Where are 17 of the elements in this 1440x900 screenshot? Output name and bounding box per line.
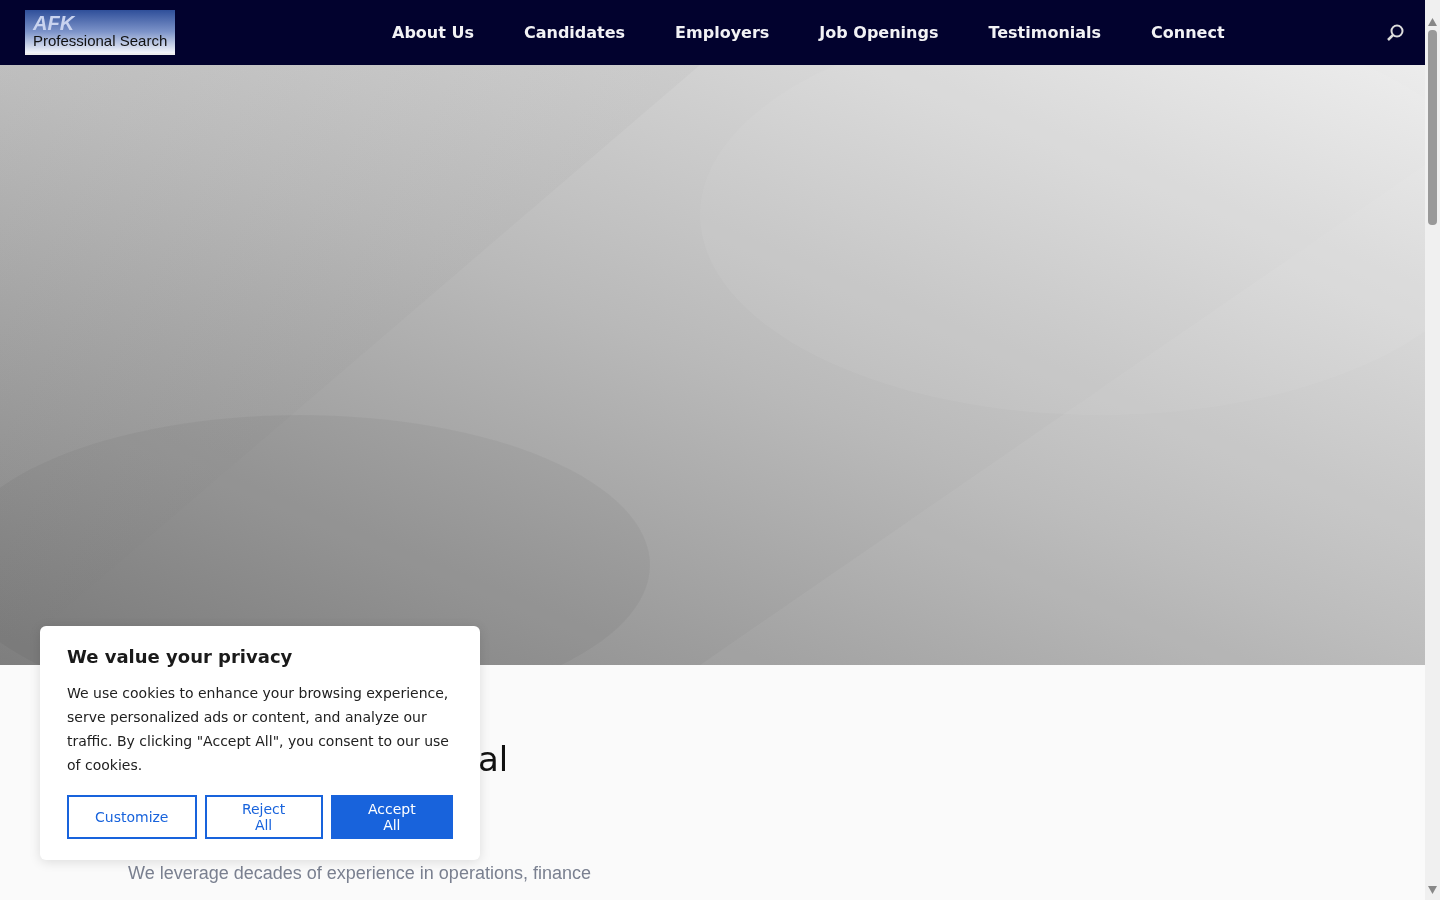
reject-button[interactable]: Reject All	[204, 795, 323, 839]
nav-link[interactable]: Testimonials	[988, 23, 1102, 42]
nav-link[interactable]: Connect	[1151, 23, 1225, 42]
dialog-text: We use cookies to enhance your browsing experience, serve personalized ads or content, and analyze our traffic. By clicking "Accept All", you consent to our use of cookies.	[67, 684, 450, 775]
dialog-title: We value your privacy	[67, 646, 294, 667]
customize-button[interactable]: Customize	[67, 795, 197, 839]
accept-button[interactable]: Accept All	[330, 795, 453, 839]
logo-text: AFK	[33, 14, 76, 32]
nav-link[interactable]: Candidates	[523, 23, 626, 42]
nav-link[interactable]: Job Openings	[819, 23, 939, 42]
logo-subtitle: Professional Search	[33, 32, 169, 49]
nav-link[interactable]: Employers	[675, 23, 770, 42]
nav-link[interactable]: About Us	[392, 23, 474, 42]
search-button[interactable]	[1385, 22, 1405, 43]
section-heading: al	[478, 739, 510, 779]
logo[interactable]: AFK Professional Search	[25, 10, 175, 55]
intro-text: We leverage decades of experience in operations, finance	[128, 863, 592, 884]
